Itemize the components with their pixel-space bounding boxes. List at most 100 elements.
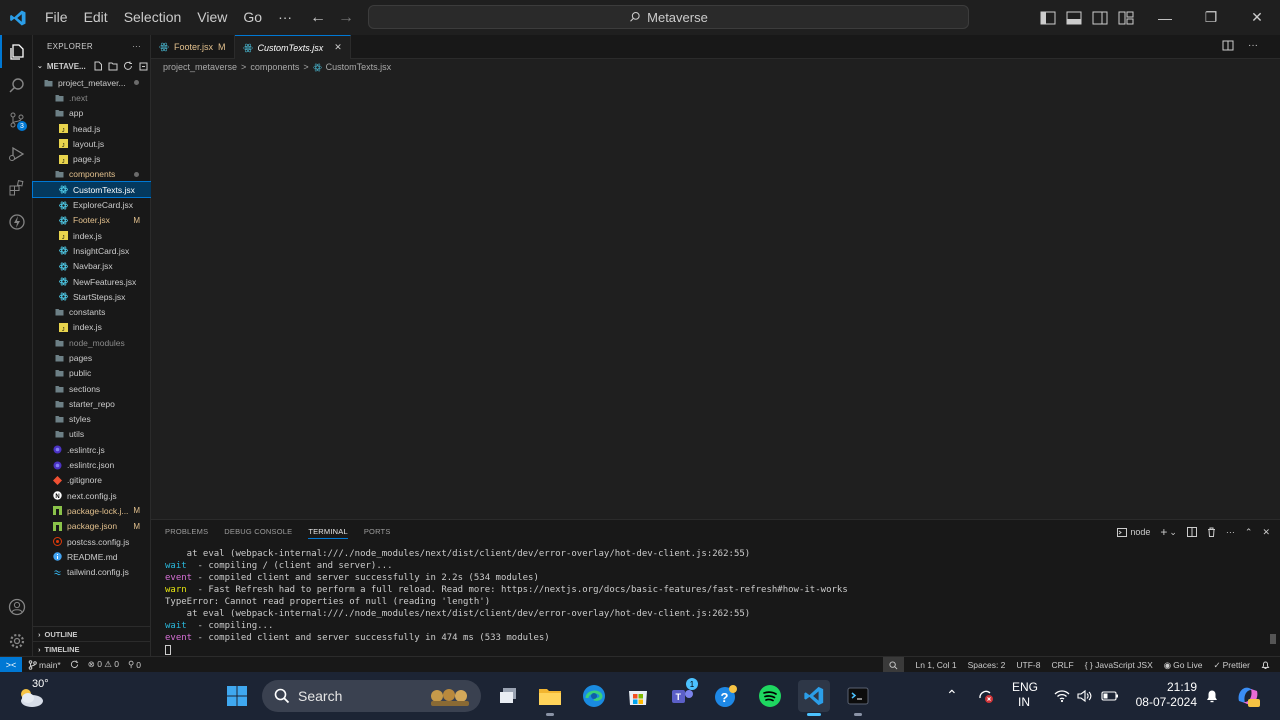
file-item[interactable]: Nnext.config.js — [33, 488, 151, 503]
input-language[interactable]: ENG IN — [1012, 680, 1038, 710]
menu-file[interactable]: File — [37, 0, 76, 35]
sync-icon[interactable] — [70, 660, 79, 669]
forward-arrow-icon[interactable]: → — [338, 9, 354, 27]
indentation[interactable]: Spaces: 2 — [968, 660, 1006, 670]
cursor-position[interactable]: Ln 1, Col 1 — [915, 660, 956, 670]
terminal-app-icon[interactable] — [842, 680, 874, 716]
split-terminal-icon[interactable] — [1186, 527, 1197, 537]
new-terminal-plus-icon[interactable]: + — [1160, 525, 1167, 539]
file-item[interactable]: StartSteps.jsx — [33, 289, 151, 304]
editor-area[interactable] — [151, 59, 1280, 519]
close-panel-icon[interactable]: ✕ — [1262, 527, 1270, 538]
menu-selection[interactable]: Selection — [116, 0, 190, 35]
settings-gear-icon[interactable] — [0, 624, 33, 657]
breadcrumb-components[interactable]: components — [250, 62, 299, 72]
new-file-icon[interactable] — [94, 61, 103, 71]
start-button[interactable] — [221, 680, 253, 712]
maximize-panel-icon[interactable]: ⌃ — [1245, 527, 1253, 538]
weather-widget[interactable]: 30° — [16, 678, 76, 714]
folder-item[interactable]: starter_repo — [33, 396, 151, 411]
search-sidebar-icon[interactable] — [0, 69, 33, 102]
menu-go[interactable]: Go — [235, 0, 270, 35]
trash-icon[interactable] — [1207, 527, 1216, 537]
folder-item[interactable]: public — [33, 366, 151, 381]
meet-now-icon[interactable] — [977, 688, 995, 704]
tab-footer[interactable]: Footer.jsx M — [151, 35, 235, 59]
prettier-button[interactable]: ✓ Prettier — [1213, 660, 1250, 671]
file-item[interactable]: Footer.jsx M — [33, 213, 151, 228]
tab-ports[interactable]: PORTS — [364, 523, 391, 541]
folder-item[interactable]: node_modules — [33, 335, 151, 350]
file-item[interactable]: Jlayout.js — [33, 136, 151, 151]
chevron-down-icon[interactable]: ⌄ — [1169, 527, 1177, 538]
get-help-icon[interactable]: ? — [710, 680, 742, 712]
end-of-line[interactable]: CRLF — [1052, 660, 1074, 670]
go-live-button[interactable]: ◉ Go Live — [1164, 660, 1203, 671]
explorer-icon[interactable] — [0, 35, 33, 68]
timeline-section[interactable]: › TIMELINE — [33, 641, 151, 656]
terminal-scrollbar[interactable] — [1270, 634, 1276, 644]
restore-button[interactable]: ❐ — [1188, 0, 1234, 35]
taskbar-search[interactable]: Search — [262, 680, 481, 712]
vscode-taskbar-icon[interactable] — [798, 680, 830, 716]
teams-icon[interactable]: T 1 — [666, 678, 698, 712]
tab-problems[interactable]: PROBLEMS — [165, 523, 208, 541]
editor-more-button[interactable]: ··· — [1248, 40, 1258, 51]
run-debug-icon[interactable] — [0, 137, 33, 170]
menu-edit[interactable]: Edit — [76, 0, 116, 35]
menu-view[interactable]: View — [189, 0, 235, 35]
account-icon[interactable] — [0, 590, 33, 623]
bell-icon[interactable] — [1261, 660, 1270, 670]
microsoft-store-icon[interactable] — [622, 680, 654, 712]
file-item[interactable]: .gitignore — [33, 473, 151, 488]
collapse-all-icon[interactable] — [138, 61, 148, 71]
outline-section[interactable]: › OUTLINE — [33, 626, 151, 641]
branch-indicator[interactable]: main* — [28, 660, 61, 670]
task-view-icon[interactable] — [492, 680, 524, 712]
language-mode[interactable]: { } JavaScript JSX — [1085, 660, 1153, 670]
toggle-secondary-sidebar-icon[interactable] — [1092, 11, 1108, 25]
back-arrow-icon[interactable]: ← — [310, 9, 326, 27]
refresh-icon[interactable] — [123, 61, 133, 71]
terminal-output[interactable]: at eval (webpack-internal:///./node_modu… — [165, 548, 848, 656]
tab-customtexts[interactable]: CustomTexts.jsx ✕ — [234, 35, 351, 59]
file-item[interactable]: Navbar.jsx — [33, 259, 151, 274]
command-center-search[interactable]: Metaverse — [368, 5, 969, 29]
close-tab-icon[interactable]: ✕ — [334, 42, 342, 53]
file-item[interactable]: ExploreCard.jsx — [33, 197, 151, 212]
encoding[interactable]: UTF-8 — [1016, 660, 1040, 670]
menu-more[interactable]: ··· — [270, 0, 300, 35]
battery-icon[interactable] — [1101, 690, 1119, 702]
folder-item[interactable]: utils — [33, 427, 151, 442]
folder-item[interactable]: styles — [33, 412, 151, 427]
minimize-button[interactable]: — — [1142, 0, 1188, 35]
spotify-icon[interactable] — [754, 680, 786, 712]
breadcrumb-project[interactable]: project_metaverse — [163, 62, 237, 72]
zoom-icon[interactable] — [883, 657, 905, 673]
split-editor-icon[interactable] — [1222, 40, 1234, 51]
workspace-root-header[interactable]: ⌄ METAVE... — [33, 56, 151, 76]
file-item[interactable]: Jhead.js — [33, 121, 151, 136]
copilot-icon[interactable] — [1235, 683, 1261, 709]
wifi-icon[interactable] — [1054, 689, 1070, 703]
folder-item[interactable]: components — [33, 167, 151, 182]
thunder-client-icon[interactable] — [0, 205, 33, 238]
file-item[interactable]: Jpage.js — [33, 151, 151, 166]
clock[interactable]: 21:19 08-07-2024 — [1133, 680, 1197, 710]
folder-item[interactable]: constants — [33, 304, 151, 319]
notification-bell-icon[interactable] — [1205, 688, 1219, 704]
customize-layout-icon[interactable] — [1118, 11, 1134, 25]
file-item[interactable]: .eslintrc.js — [33, 442, 151, 457]
toggle-primary-sidebar-icon[interactable] — [1040, 11, 1056, 25]
toggle-panel-icon[interactable] — [1066, 11, 1082, 25]
file-item[interactable]: CustomTexts.jsx — [32, 181, 152, 199]
file-item[interactable]: package.json M — [33, 519, 151, 534]
file-item[interactable]: InsightCard.jsx — [33, 243, 151, 258]
edge-browser-icon[interactable] — [578, 680, 610, 712]
tab-debug-console[interactable]: DEBUG CONSOLE — [224, 523, 292, 541]
file-item[interactable]: tailwind.config.js — [33, 565, 151, 580]
file-explorer-icon[interactable] — [534, 680, 566, 716]
folder-item[interactable]: app — [33, 106, 151, 121]
more-actions-button[interactable]: ··· — [1226, 527, 1235, 537]
problems-indicator[interactable]: ⊗ 0 ⚠ 0 — [88, 659, 119, 670]
